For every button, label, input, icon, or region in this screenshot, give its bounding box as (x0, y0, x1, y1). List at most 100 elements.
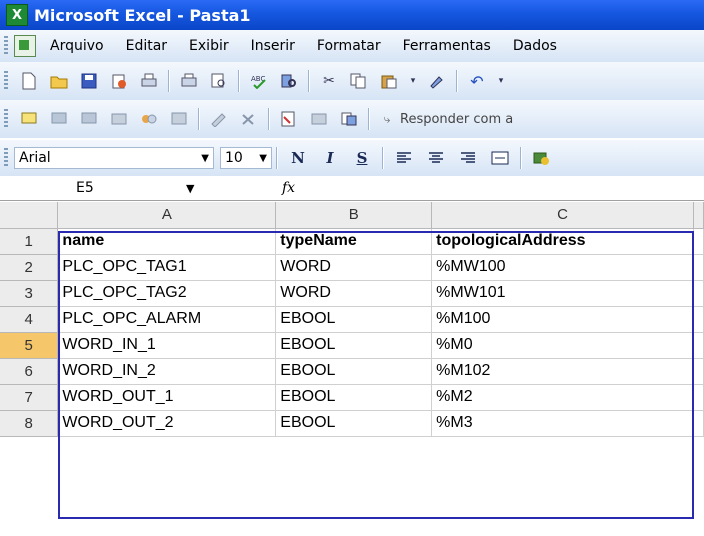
italic-button[interactable]: I (317, 147, 343, 169)
cell-d5[interactable] (693, 332, 704, 359)
cut-icon[interactable]: ✂ (319, 71, 339, 91)
print-preview-icon[interactable] (179, 71, 199, 91)
research-icon[interactable] (279, 71, 299, 91)
toolbar-grip-icon[interactable] (4, 148, 8, 168)
chevron-down-icon[interactable]: ▾ (497, 71, 505, 91)
title-bar[interactable]: X Microsoft Excel - Pasta1 (0, 0, 704, 30)
underline-button[interactable]: S (349, 147, 375, 169)
cell-c2[interactable]: %MW100 (431, 254, 694, 281)
menu-formatar[interactable]: Formatar (317, 38, 381, 54)
undo-icon[interactable]: ↶ (467, 71, 487, 91)
cell-a3[interactable]: PLC_OPC_TAG2 (57, 280, 277, 307)
align-left-icon[interactable] (391, 147, 417, 169)
cell-b4[interactable]: EBOOL (275, 306, 433, 333)
reply-with-changes-icon[interactable]: ⤷ (379, 109, 395, 129)
print-icon[interactable] (139, 71, 159, 91)
insert-function-icon[interactable]: fx (282, 180, 295, 196)
column-header-c[interactable]: C (431, 202, 694, 229)
show-all-comments-icon[interactable] (139, 109, 159, 129)
cell-d8[interactable] (693, 410, 704, 437)
delete-ink-icon[interactable] (239, 109, 259, 129)
cell-b7[interactable]: EBOOL (275, 384, 433, 411)
cell-a8[interactable]: WORD_OUT_2 (57, 410, 277, 437)
bold-button[interactable]: N (285, 147, 311, 169)
cell-b2[interactable]: WORD (275, 254, 433, 281)
cell-c4[interactable]: %M100 (431, 306, 694, 333)
row-header[interactable]: 2 (0, 254, 59, 281)
row-header[interactable]: 8 (0, 410, 59, 437)
cell-a5[interactable]: WORD_IN_1 (57, 332, 277, 359)
row-header[interactable]: 4 (0, 306, 59, 333)
cell-c3[interactable]: %MW101 (431, 280, 694, 307)
cell-c1[interactable]: topologicalAddress (431, 228, 694, 255)
menu-ferramentas[interactable]: Ferramentas (403, 38, 491, 54)
cell-b5[interactable]: EBOOL (275, 332, 433, 359)
formula-input[interactable] (307, 178, 687, 198)
menu-inserir[interactable]: Inserir (251, 38, 295, 54)
share-workbook-icon[interactable] (339, 109, 359, 129)
cell-a2[interactable]: PLC_OPC_TAG1 (57, 254, 277, 281)
track-changes-icon[interactable] (279, 109, 299, 129)
select-all-corner[interactable] (0, 202, 59, 229)
preview-magnifier-icon[interactable] (209, 71, 229, 91)
new-comment-icon[interactable] (19, 109, 39, 129)
save-icon[interactable] (79, 71, 99, 91)
menu-exibir[interactable]: Exibir (189, 38, 229, 54)
previous-comment-icon[interactable] (49, 109, 69, 129)
cell-b3[interactable]: WORD (275, 280, 433, 307)
format-painter-icon[interactable] (427, 71, 447, 91)
row-header[interactable]: 6 (0, 358, 59, 385)
align-right-icon[interactable] (455, 147, 481, 169)
merge-center-icon[interactable] (487, 147, 513, 169)
cell-c7[interactable]: %M2 (431, 384, 694, 411)
cell-a1[interactable]: name (57, 228, 277, 255)
new-document-icon[interactable] (19, 71, 39, 91)
toolbar-grip-icon[interactable] (4, 109, 8, 129)
row-header-active[interactable]: 5 (0, 332, 59, 359)
delete-comment-icon[interactable] (169, 109, 189, 129)
menu-dados[interactable]: Dados (513, 38, 557, 54)
workbook-icon[interactable] (14, 35, 36, 57)
permission-icon[interactable] (109, 71, 129, 91)
row-header[interactable]: 3 (0, 280, 59, 307)
cell-d2[interactable] (693, 254, 704, 281)
cell-d7[interactable] (693, 384, 704, 411)
column-header-a[interactable]: A (57, 202, 277, 229)
cell-c6[interactable]: %M102 (431, 358, 694, 385)
font-name-select[interactable]: Arial ▼ (14, 147, 214, 169)
cell-a6[interactable]: WORD_IN_2 (57, 358, 277, 385)
cell-a7[interactable]: WORD_OUT_1 (57, 384, 277, 411)
menu-editar[interactable]: Editar (126, 38, 167, 54)
name-box[interactable]: E5 ▼ (0, 177, 230, 199)
paste-icon[interactable] (379, 71, 399, 91)
menu-arquivo[interactable]: Arquivo (50, 38, 104, 54)
align-center-icon[interactable] (423, 147, 449, 169)
cell-c8[interactable]: %M3 (431, 410, 694, 437)
cell-d1[interactable] (693, 228, 704, 255)
row-header[interactable]: 1 (0, 228, 59, 255)
cell-d4[interactable] (693, 306, 704, 333)
font-size-select[interactable]: 10 ▼ (220, 147, 272, 169)
next-comment-icon[interactable] (79, 109, 99, 129)
excel-icon[interactable]: X (6, 4, 28, 26)
chevron-down-icon[interactable]: ▾ (409, 71, 417, 91)
cell-d3[interactable] (693, 280, 704, 307)
cell-c5[interactable]: %M0 (431, 332, 694, 359)
toolbar-grip-icon[interactable] (4, 36, 8, 56)
cell-d6[interactable] (693, 358, 704, 385)
spelling-icon[interactable]: ABC (249, 71, 269, 91)
toolbar-grip-icon[interactable] (4, 71, 8, 91)
copy-icon[interactable] (349, 71, 369, 91)
reply-with-changes-label[interactable]: Responder com a (400, 112, 513, 127)
cell-b1[interactable]: typeName (275, 228, 433, 255)
row-header[interactable]: 7 (0, 384, 59, 411)
column-header-b[interactable]: B (275, 202, 433, 229)
ink-annotation-icon[interactable] (209, 109, 229, 129)
cell-a4[interactable]: PLC_OPC_ALARM (57, 306, 277, 333)
currency-format-icon[interactable] (529, 147, 555, 169)
cell-b6[interactable]: EBOOL (275, 358, 433, 385)
column-header-d[interactable] (693, 202, 704, 229)
open-folder-icon[interactable] (49, 71, 69, 91)
cell-b8[interactable]: EBOOL (275, 410, 433, 437)
protect-sheet-icon[interactable] (309, 109, 329, 129)
